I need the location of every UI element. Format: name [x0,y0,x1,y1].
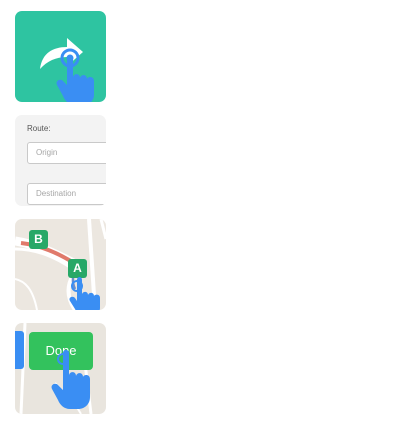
share-tile[interactable] [15,11,106,102]
pointing-hand-icon [51,350,90,409]
destination-placeholder: Destination [36,189,77,198]
pointing-hand-icon [56,56,94,102]
origin-input[interactable]: Origin [27,142,106,164]
origin-placeholder: Origin [36,148,58,157]
destination-input[interactable]: Destination [27,183,106,205]
route-label: Route: [27,124,51,133]
pin-b-marker[interactable]: B [29,230,48,249]
panel-edge [15,331,24,369]
route-form-tile: Route: Origin Destination [15,115,106,206]
done-tile: Done [15,323,106,414]
map-tile[interactable]: B A [15,219,106,310]
pointing-hand-icon [69,277,100,310]
